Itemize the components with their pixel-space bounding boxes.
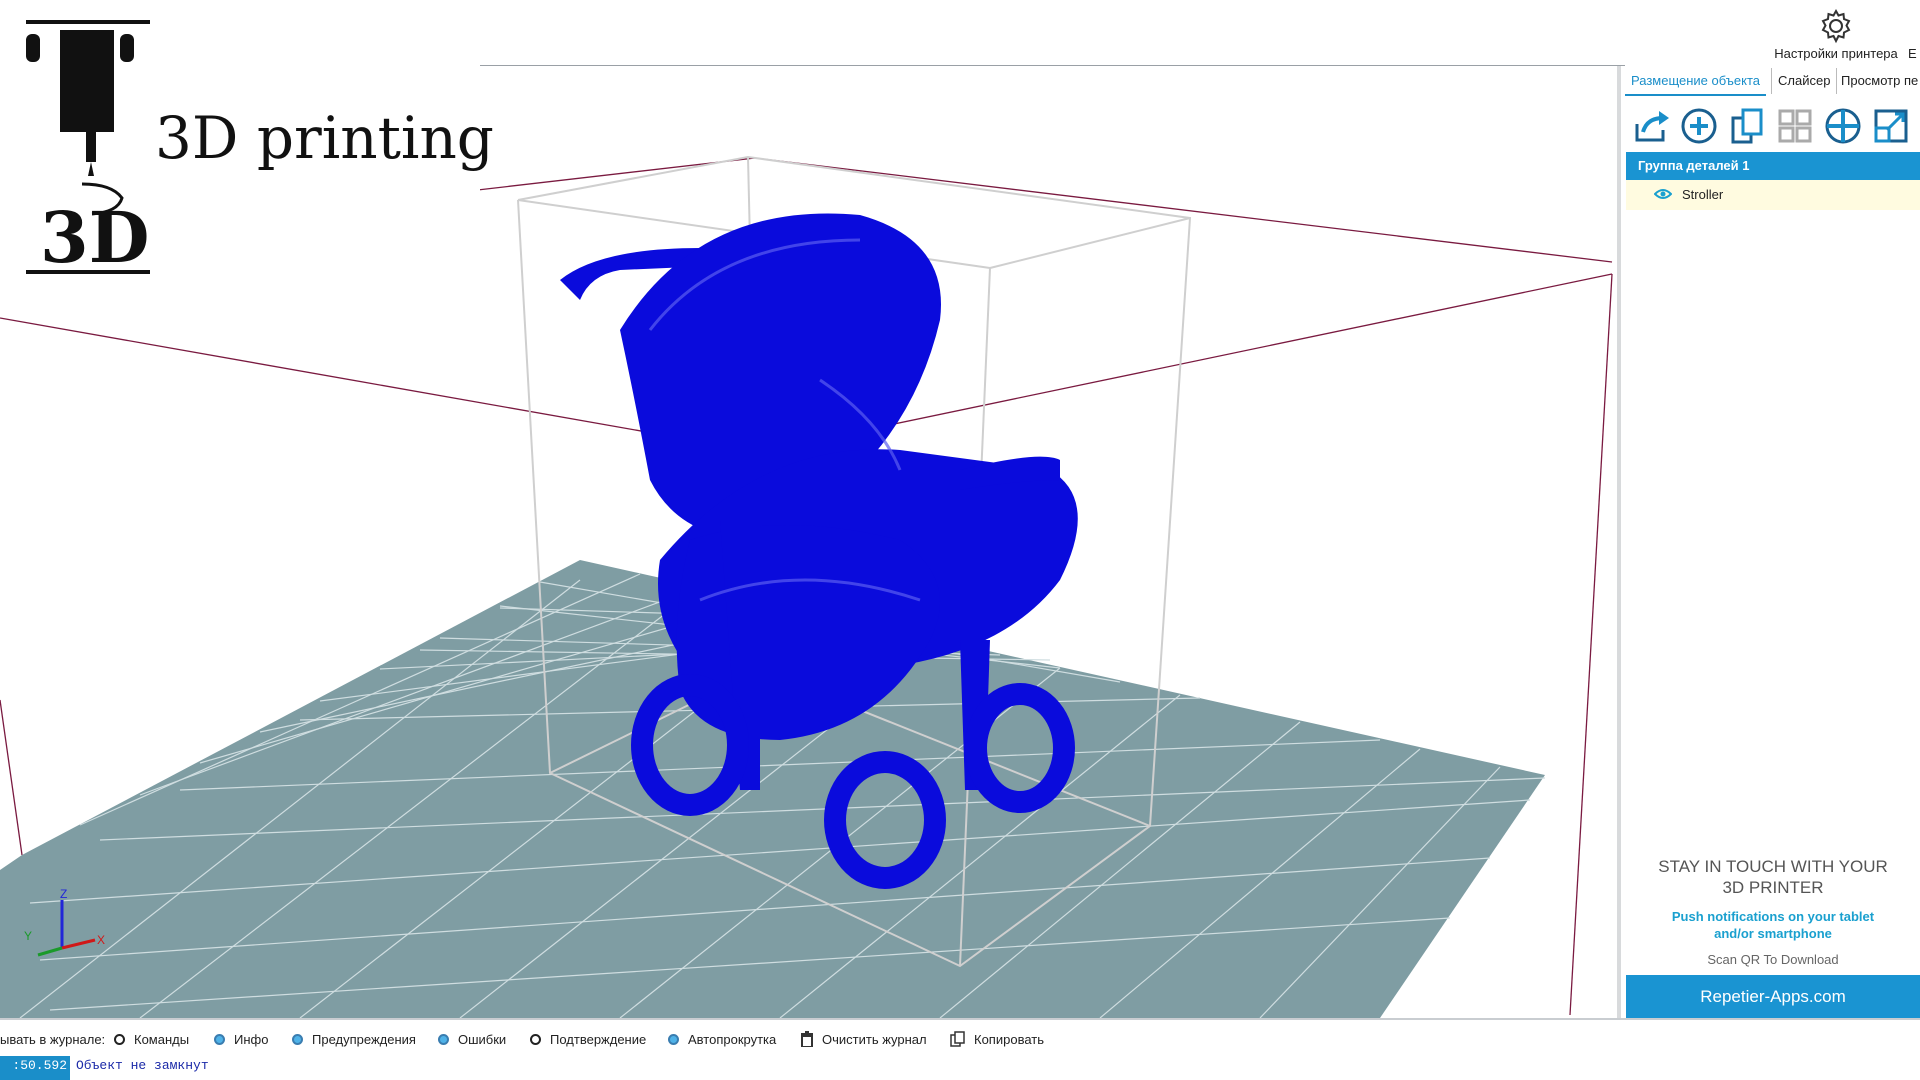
object-name: Stroller [1682, 187, 1724, 202]
copy-log-button[interactable]: Копировать [950, 1030, 1044, 1050]
log-message: Объект не замкнут [76, 1058, 209, 1073]
radio-icon [668, 1034, 679, 1045]
promo-subtitle: Push notifications on your tablet and/or… [1671, 909, 1875, 941]
toolbar-cut-label[interactable]: E [1908, 46, 1917, 61]
panel-tabs: Размещение объекта Слайсер Просмотр пе [1621, 66, 1920, 96]
toolbar-divider [480, 65, 1625, 66]
eye-icon[interactable] [1654, 188, 1672, 200]
log-entry[interactable]: :50.592 Объект не замкнут [0, 1056, 1920, 1080]
object-placement-panel: Размещение объекта Слайсер Просмотр пе Г… [1621, 66, 1920, 1018]
axis-y-label: Y [24, 929, 32, 943]
filter-autoscroll[interactable]: Автопрокрутка [668, 1030, 776, 1050]
axis-x-label: X [97, 933, 105, 947]
export-icon[interactable] [1631, 106, 1671, 146]
tab-print-preview[interactable]: Просмотр пе [1835, 68, 1920, 94]
group-header[interactable]: Группа деталей 1 [1626, 152, 1920, 180]
copy-icon [950, 1031, 965, 1047]
radio-icon [530, 1034, 541, 1045]
logo-mark-text: 3D [40, 196, 149, 279]
center-icon[interactable] [1823, 106, 1863, 146]
copy-log-label: Копировать [974, 1032, 1044, 1047]
gear-icon [1821, 8, 1851, 44]
object-list-item[interactable]: Stroller [1626, 180, 1920, 210]
clear-log-button[interactable]: Очистить журнал [800, 1030, 927, 1050]
axis-z-label: Z [60, 887, 67, 901]
radio-icon [438, 1034, 449, 1045]
filter-errors[interactable]: Ошибки [438, 1030, 506, 1050]
placement-toolbar [1621, 100, 1920, 150]
filter-warnings[interactable]: Предупреждения [292, 1030, 416, 1050]
printer-settings-label: Настройки принтера [1774, 46, 1898, 61]
filter-info[interactable]: Инфо [214, 1030, 268, 1050]
log-timestamp: :50.592 [0, 1056, 70, 1080]
promo-scan-text: Scan QR To Download [1707, 952, 1839, 967]
filter-label: Ошибки [458, 1032, 507, 1047]
logo-overlay: 3D 3D printing [0, 0, 494, 280]
filter-label: Инфо [234, 1032, 269, 1047]
repetier-apps-button[interactable]: Repetier-Apps.com [1626, 975, 1920, 1018]
scale-icon[interactable] [1871, 106, 1911, 146]
radio-icon [214, 1034, 225, 1045]
printer-settings-button[interactable]: Настройки принтера [1766, 8, 1906, 68]
radio-icon [292, 1034, 303, 1045]
log-filters-label: ывать в журнале: [0, 1032, 106, 1047]
tab-slicer[interactable]: Слайсер [1771, 68, 1838, 94]
promo-title: STAY IN TOUCH WITH YOUR 3D PRINTER [1658, 857, 1888, 897]
log-panel: ывать в журнале: Команды Инфо Предупрежд… [0, 1018, 1920, 1080]
tab-object-placement[interactable]: Размещение объекта [1625, 68, 1766, 96]
trash-icon [801, 1031, 813, 1048]
filter-label: Предупреждения [312, 1032, 416, 1047]
copy-icon[interactable] [1727, 106, 1767, 146]
filter-label: Подтверждение [550, 1032, 647, 1047]
autoplace-icon[interactable] [1775, 106, 1815, 146]
clear-log-label: Очистить журнал [822, 1032, 927, 1047]
filter-label: Автопрокрутка [688, 1032, 777, 1047]
filter-label: Команды [134, 1032, 190, 1047]
filter-acknowledgements[interactable]: Подтверждение [530, 1030, 646, 1050]
radio-icon [114, 1034, 125, 1045]
filter-commands[interactable]: Команды [114, 1030, 189, 1050]
promo-section: STAY IN TOUCH WITH YOUR 3D PRINTER Push … [1626, 856, 1920, 967]
add-object-icon[interactable] [1679, 106, 1719, 146]
logo-text: 3D printing [155, 104, 494, 172]
